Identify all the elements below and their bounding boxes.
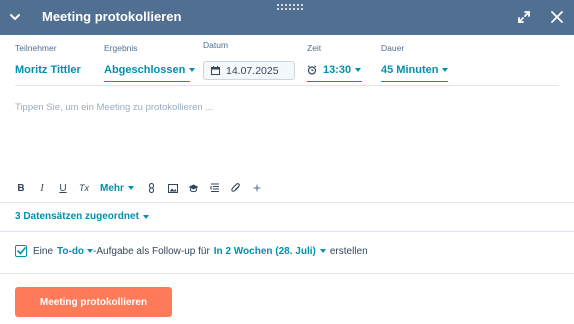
drag-handle-icon[interactable] [276, 3, 304, 11]
divider [0, 202, 574, 203]
paperclip-icon [231, 183, 240, 192]
formatting-toolbar: B I U Tx Mehr [15, 180, 263, 196]
time-value: 13:30 [323, 63, 352, 76]
date-input[interactable]: 14.07.2025 [203, 61, 295, 80]
attendee-select[interactable]: Moritz Tittler [15, 58, 81, 82]
duration-label: Dauer [381, 43, 405, 53]
task-type-value: To-do [57, 245, 85, 257]
attendee-value: Moritz Tittler [15, 64, 81, 76]
associations-label: 3 Datensätzen zugeordnet [15, 211, 139, 222]
time-label: Zeit [307, 43, 322, 53]
caret-down-icon [127, 186, 134, 190]
followup-checkbox[interactable] [15, 245, 27, 257]
attach-button[interactable] [230, 180, 242, 196]
outcome-label: Ergebnis [104, 43, 138, 53]
log-meeting-button[interactable]: Meeting protokollieren [15, 287, 172, 317]
alarm-clock-icon [307, 64, 317, 75]
graduation-cap-icon [188, 184, 199, 192]
italic-button[interactable]: I [36, 180, 48, 196]
date-label: Datum [203, 40, 229, 50]
followup-text-after: erstellen [329, 245, 368, 257]
underline-button[interactable]: U [57, 180, 69, 196]
divider [0, 231, 574, 232]
caret-down-icon [355, 67, 362, 72]
image-button[interactable] [167, 180, 179, 196]
associations-dropdown[interactable]: 3 Datensätzen zugeordnet [15, 211, 149, 222]
duration-select[interactable]: 45 Minuten [381, 58, 449, 82]
caret-down-icon [442, 67, 449, 72]
duration-value: 45 Minuten [381, 63, 439, 76]
image-icon [167, 183, 178, 193]
due-date-dropdown[interactable]: In 2 Wochen (28. Juli) [214, 246, 326, 257]
divider [0, 273, 574, 274]
snippet-icon [210, 183, 219, 193]
time-select[interactable]: 13:30 [307, 58, 362, 82]
knowledge-button[interactable] [188, 180, 200, 196]
due-date-value: In 2 Wochen (28. Juli) [213, 245, 316, 257]
caret-down-icon [142, 214, 149, 219]
outcome-select[interactable]: Abgeschlossen [104, 58, 196, 82]
note-editor[interactable]: Tippen Sie, um ein Meeting zu protokolli… [15, 102, 213, 113]
sparkle-icon [252, 183, 262, 193]
caret-down-icon [319, 249, 326, 253]
dialog-title: Meeting protokollieren [42, 9, 182, 24]
more-label: Mehr [100, 182, 124, 194]
more-button[interactable]: Mehr [100, 180, 134, 196]
ai-assist-button[interactable] [251, 180, 263, 196]
task-type-dropdown[interactable]: To-do [57, 245, 94, 257]
calendar-icon [211, 66, 220, 75]
chevron-down-icon[interactable] [8, 10, 22, 24]
followup-row: Eine To-do -Aufgabe als Follow-up für In… [15, 243, 368, 259]
date-value: 14.07.2025 [226, 64, 279, 77]
attendee-label: Teilnehmer [15, 43, 57, 53]
bold-button[interactable]: B [15, 180, 27, 196]
dialog-header: Meeting protokollieren [0, 0, 574, 35]
clear-format-button[interactable]: Tx [78, 180, 90, 196]
expand-icon[interactable] [517, 10, 531, 24]
followup-text-middle: -Aufgabe als Follow-up für [93, 245, 210, 257]
followup-text-before: Eine [33, 245, 54, 257]
caret-down-icon [189, 67, 196, 72]
divider [15, 85, 559, 86]
checkmark-icon [16, 247, 26, 255]
snippet-button[interactable] [209, 180, 221, 196]
outcome-value: Abgeschlossen [104, 63, 186, 76]
close-icon[interactable] [550, 10, 564, 24]
link-icon [149, 183, 155, 193]
link-button[interactable] [146, 180, 158, 196]
